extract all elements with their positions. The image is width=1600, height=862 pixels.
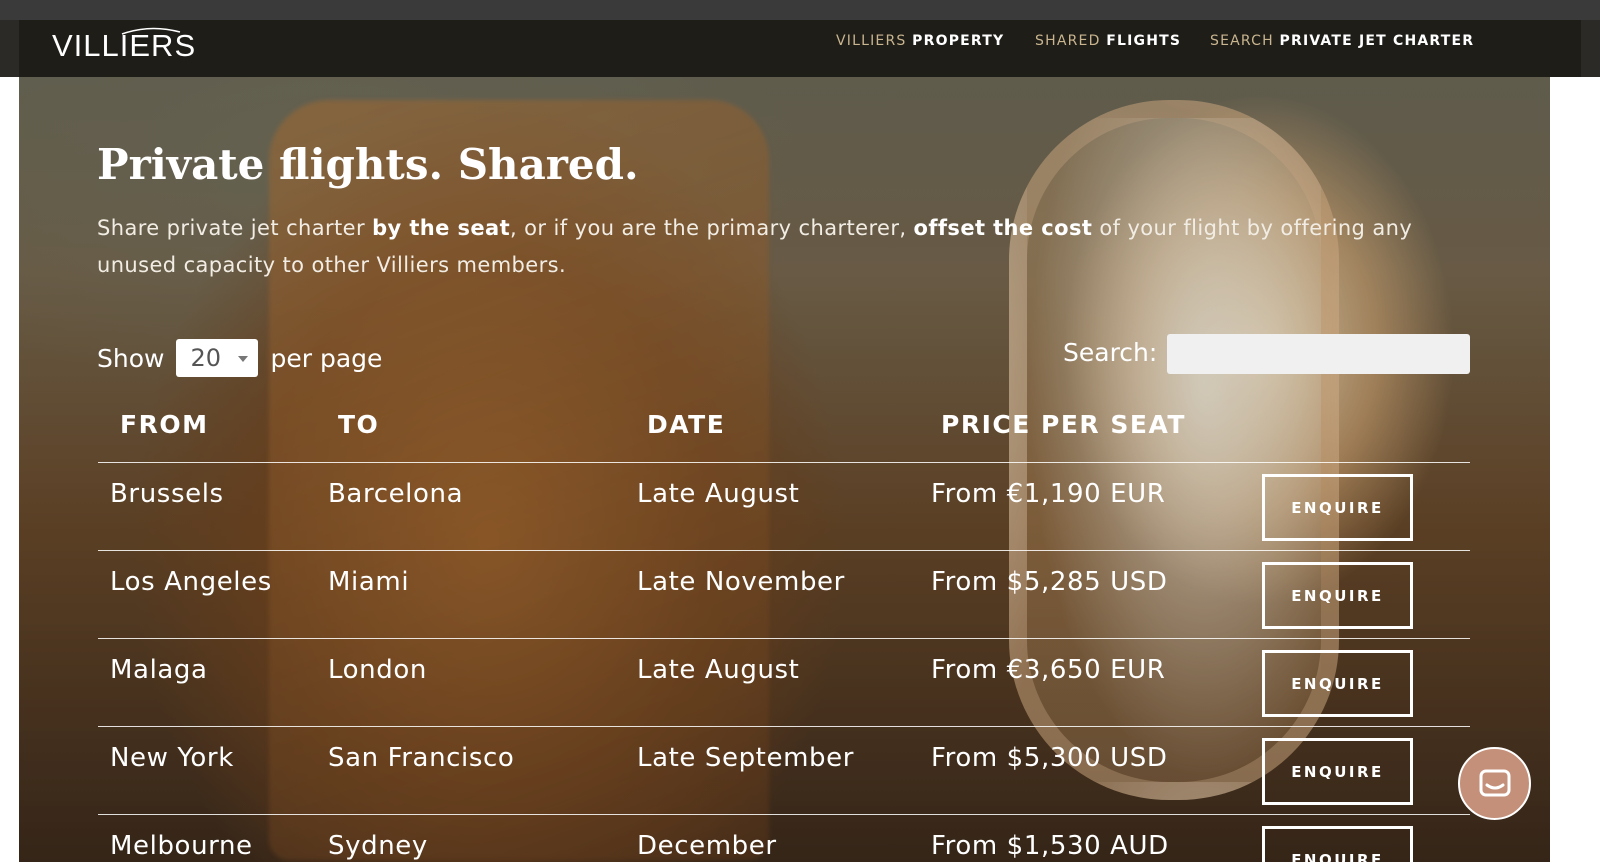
page-title: Private flights. Shared. [97, 140, 639, 189]
cell-to: Miami [328, 567, 410, 597]
cell-price: From $5,285 USD [931, 567, 1168, 597]
table-row: Brussels Barcelona Late August From €1,1… [98, 462, 1470, 550]
cell-to: Sydney [328, 831, 428, 861]
column-header-to[interactable]: TO [338, 410, 379, 439]
cell-from: New York [110, 743, 234, 773]
enquire-button[interactable]: ENQUIRE [1262, 738, 1413, 805]
enquire-button[interactable]: ENQUIRE [1262, 826, 1413, 862]
cell-from: Malaga [110, 655, 208, 685]
per-page-value: 20 [190, 344, 222, 372]
chevron-down-icon [238, 356, 249, 362]
cell-to: Barcelona [328, 479, 464, 509]
main-content: Private flights. Shared. Share private j… [0, 0, 1600, 862]
table-row: Los Angeles Miami Late November From $5,… [98, 550, 1470, 638]
cell-to: San Francisco [328, 743, 515, 773]
desc-part-2: , or if you are the primary charterer, [510, 216, 914, 240]
cell-price: From €1,190 EUR [931, 479, 1166, 509]
cell-date: Late November [637, 567, 845, 597]
chat-launcher-button[interactable] [1458, 747, 1531, 820]
cell-from: Los Angeles [110, 567, 272, 597]
cell-date: Late August [637, 479, 800, 509]
per-page-control: Show 20 per page [97, 338, 382, 378]
per-page-select[interactable]: 20 [176, 339, 259, 377]
enquire-button[interactable]: ENQUIRE [1262, 474, 1413, 541]
column-header-price[interactable]: PRICE PER SEAT [941, 410, 1186, 439]
table-row: New York San Francisco Late September Fr… [98, 726, 1470, 814]
cell-from: Melbourne [110, 831, 253, 861]
enquire-button[interactable]: ENQUIRE [1262, 562, 1413, 629]
title-bold: Shared. [457, 140, 639, 189]
enquire-button[interactable]: ENQUIRE [1262, 650, 1413, 717]
table-row: Malaga London Late August From €3,650 EU… [98, 638, 1470, 726]
per-page-label: per page [270, 343, 383, 373]
cell-from: Brussels [110, 479, 224, 509]
desc-bold-2: offset the cost [913, 216, 1093, 240]
cell-price: From $5,300 USD [931, 743, 1168, 773]
chat-icon [1479, 769, 1510, 796]
cell-date: Late August [637, 655, 800, 685]
title-light: Private flights. [97, 140, 458, 189]
search-input[interactable] [1167, 334, 1470, 374]
cell-price: From $1,530 AUD [931, 831, 1169, 861]
table-row: Melbourne Sydney December From $1,530 AU… [98, 814, 1470, 862]
desc-bold-1: by the seat [372, 216, 511, 240]
cell-to: London [328, 655, 427, 685]
page-description: Share private jet charter by the seat, o… [97, 210, 1427, 284]
cell-date: Late September [637, 743, 854, 773]
show-label: Show [97, 343, 165, 373]
column-header-from[interactable]: FROM [120, 410, 208, 439]
search-label: Search: [1063, 338, 1158, 367]
desc-part-1: Share private jet charter [97, 216, 373, 240]
cell-date: December [637, 831, 777, 861]
column-header-date[interactable]: DATE [647, 410, 725, 439]
cell-price: From €3,650 EUR [931, 655, 1166, 685]
